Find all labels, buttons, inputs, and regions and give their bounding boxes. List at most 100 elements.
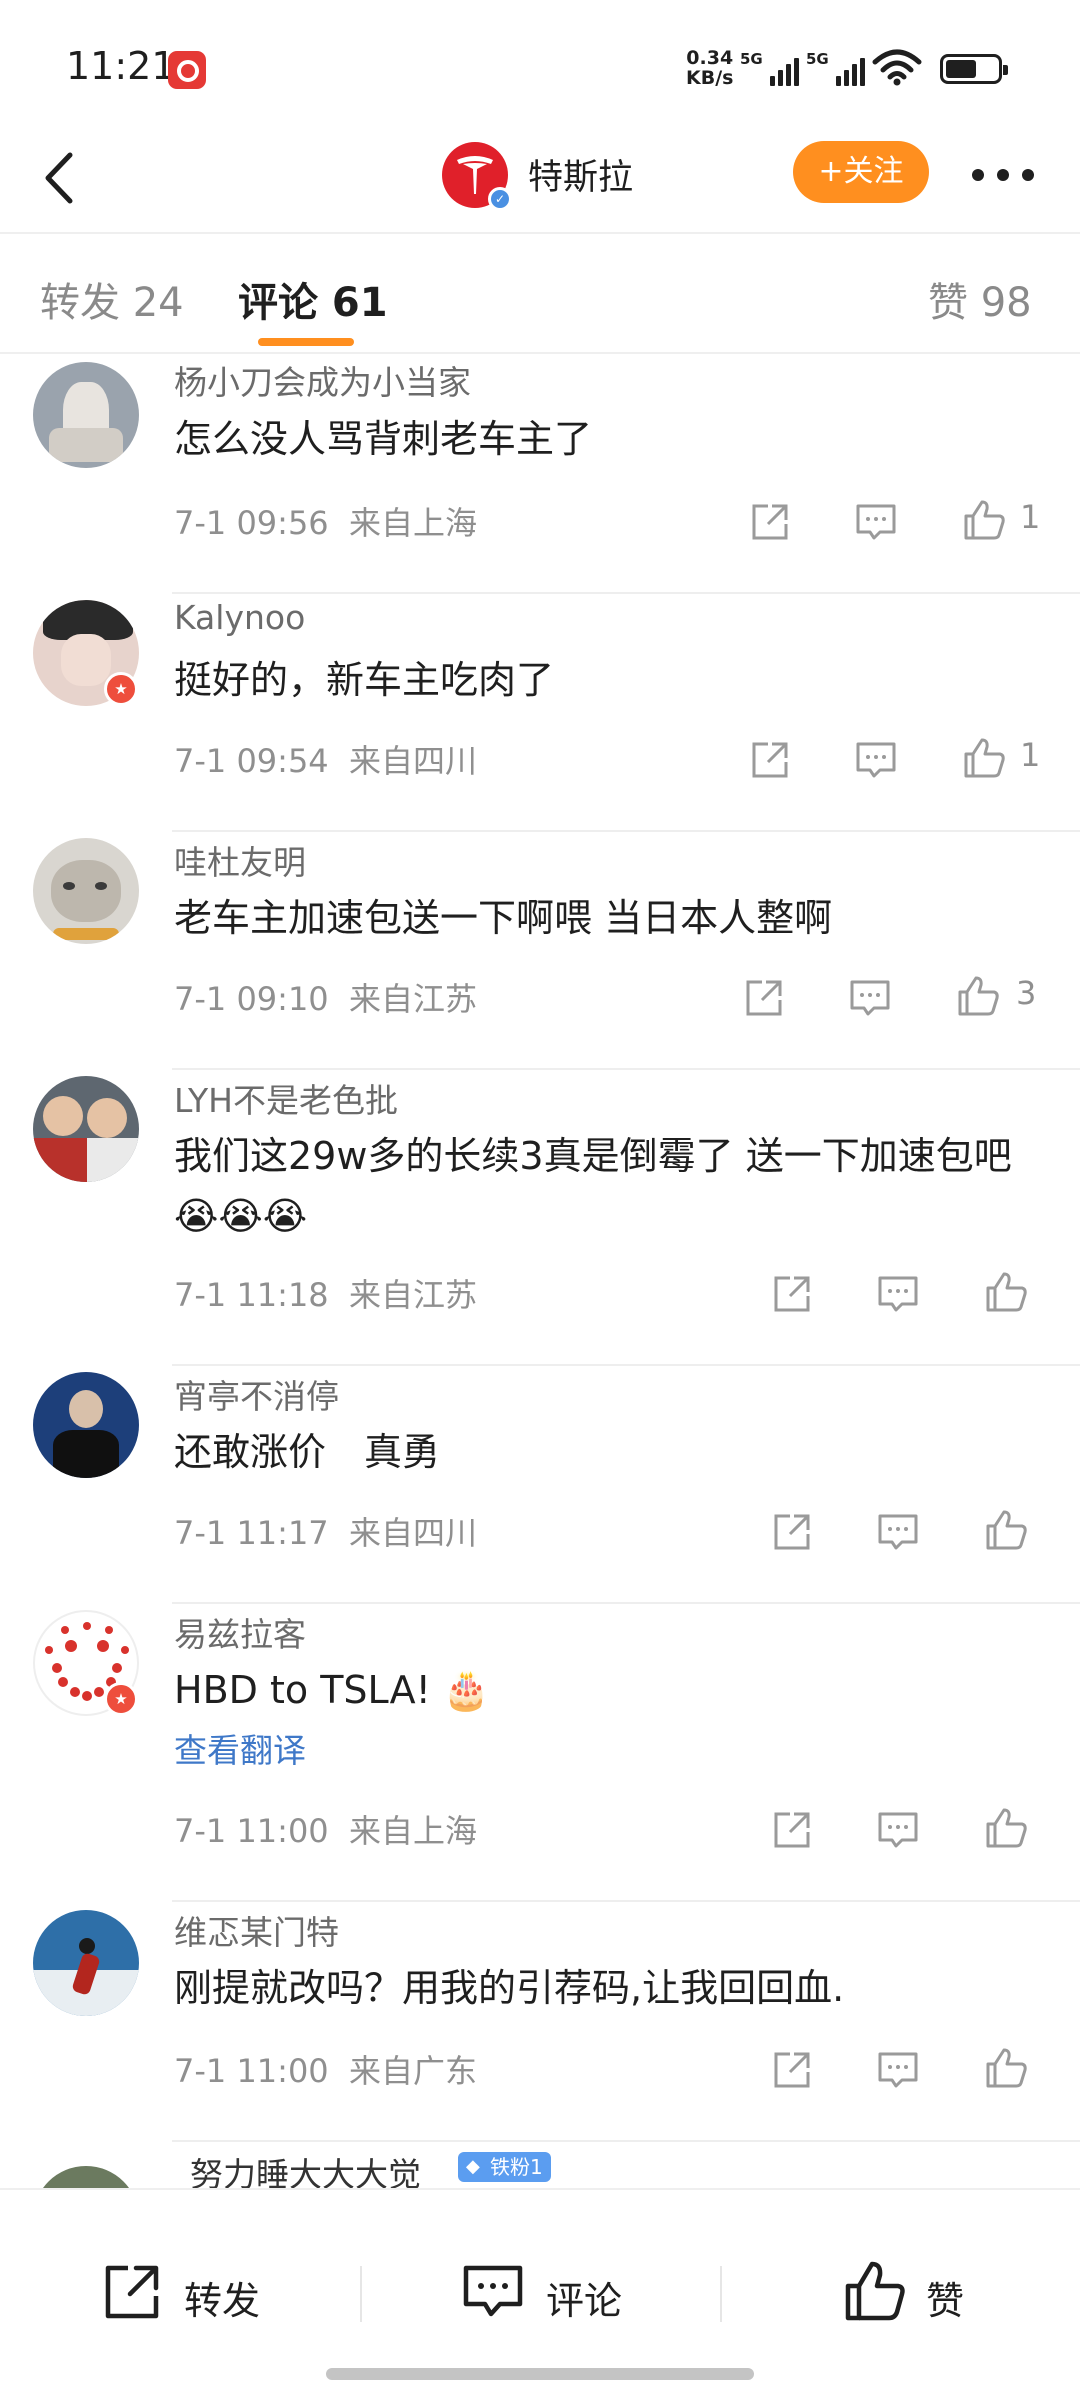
comment-icon (856, 504, 896, 540)
more-dot-icon (997, 169, 1009, 181)
share-button[interactable] (768, 1270, 816, 1318)
comment-text: 挺好的，新车主吃肉了 (174, 658, 555, 702)
tab-comments[interactable]: 评论 61 (238, 270, 388, 328)
reply-button[interactable] (874, 1508, 922, 1556)
share-button[interactable] (746, 736, 794, 784)
comment-author[interactable]: 哇杜友明 (174, 836, 306, 884)
comment-date: 7-1 11:17 (174, 1514, 329, 1552)
back-button[interactable] (30, 143, 90, 213)
comment-item: LYH不是老色批 我们这29w多的长续3真是倒霉了 送一下加速包吧😭😭😭 7-1… (0, 1070, 1080, 1366)
thumbs-up-icon (986, 1808, 1027, 1848)
share-icon (105, 2265, 159, 2319)
comment-text: 刚提就改吗？用我的引荐码,让我回回血. (174, 1966, 845, 2010)
avatar[interactable] (33, 362, 139, 468)
tab-likes[interactable]: 赞 98 (928, 270, 1032, 328)
more-options-button[interactable] (968, 155, 1038, 195)
comment-item: ★ Kalynoo 挺好的，新车主吃肉了 7-1 09:54 来自四川 1 (0, 594, 1080, 832)
share-icon (774, 1276, 810, 1312)
comment-location: 来自广东 (349, 2052, 478, 2090)
share-icon (752, 742, 788, 778)
battery-icon (940, 54, 1008, 84)
avatar[interactable] (33, 1372, 139, 1478)
repost-button[interactable]: 转发 (100, 2258, 270, 2328)
thumbs-up-icon (845, 2261, 905, 2321)
share-icon (774, 2052, 810, 2088)
comment-author[interactable]: Kalynoo (174, 598, 305, 637)
avatar[interactable] (33, 1076, 139, 1182)
avatar[interactable] (33, 2166, 139, 2188)
status-bar: 11:21 0.34 KB/s 5G 5G (0, 0, 1080, 125)
comment-date: 7-1 11:18 (174, 1276, 329, 1314)
like-count: 1 (1020, 498, 1041, 536)
comment-icon (856, 742, 896, 778)
comment-date: 7-1 09:54 (174, 742, 329, 780)
comment-location: 来自上海 (349, 504, 478, 542)
signal-2-label: 5G (806, 50, 829, 68)
status-time: 11:21 (66, 44, 176, 88)
share-button[interactable] (746, 498, 794, 546)
like-button[interactable] (954, 972, 1002, 1020)
more-dot-icon (972, 169, 984, 181)
reply-button[interactable] (874, 1806, 922, 1854)
share-button[interactable] (768, 1508, 816, 1556)
reply-button[interactable] (852, 736, 900, 784)
like-button[interactable]: 赞 (842, 2258, 992, 2328)
tab-reposts[interactable]: 转发 24 (40, 270, 184, 328)
comment-text: 怎么没人骂背刺老车主了 (174, 417, 593, 461)
comment-icon (878, 2052, 918, 2088)
comment-label: 评论 (546, 2279, 623, 2323)
like-button[interactable] (982, 2044, 1030, 2092)
like-button[interactable] (960, 496, 1008, 544)
comment-icon (878, 1276, 918, 1312)
comment-author[interactable]: 努力睡大大大觉 (190, 2148, 421, 2188)
comment-list: 杨小刀会成为小当家 怎么没人骂背刺老车主了 7-1 09:56 来自上海 1 ★… (0, 354, 1080, 2188)
comment-location: 来自上海 (349, 1812, 478, 1850)
comment-author[interactable]: 宵亭不消停 (174, 1370, 339, 1418)
thumbs-up-icon (964, 500, 1005, 540)
translate-link[interactable]: 查看翻译 (174, 1724, 306, 1772)
avatar[interactable] (33, 838, 139, 944)
share-button[interactable] (768, 2046, 816, 2094)
like-button[interactable] (982, 1268, 1030, 1316)
comment-date: 7-1 09:56 (174, 504, 329, 542)
follow-button[interactable]: +关注 (793, 141, 929, 203)
comment-text: 还敢涨价 真勇 (174, 1430, 441, 1474)
comment-icon (878, 1812, 918, 1848)
like-count: 3 (1016, 974, 1037, 1012)
reply-button[interactable] (874, 2046, 922, 2094)
comment-item: 努力睡大大大觉 铁粉1 (0, 2142, 1080, 2188)
comment-location: 来自江苏 (349, 1276, 478, 1314)
netease-music-icon (168, 51, 206, 89)
like-count: 1 (1020, 736, 1041, 774)
reply-button[interactable] (852, 498, 900, 546)
tab-bar: 转发 24 评论 61 赞 98 (0, 234, 1080, 354)
comment-text: 老车主加速包送一下啊喂 当日本人整啊 (174, 896, 833, 940)
share-icon (774, 1812, 810, 1848)
like-button[interactable] (960, 734, 1008, 782)
comment-author[interactable]: LYH不是老色批 (174, 1074, 398, 1122)
home-indicator[interactable] (326, 2368, 754, 2380)
avatar[interactable] (33, 1910, 139, 2016)
comment-item: 宵亭不消停 还敢涨价 真勇 7-1 11:17 来自四川 (0, 1366, 1080, 1604)
share-icon (774, 1514, 810, 1550)
comment-author[interactable]: 维忑某门特 (174, 1906, 339, 1954)
like-button[interactable] (982, 1804, 1030, 1852)
fan-badge: 铁粉1 (458, 2152, 551, 2182)
comment-button[interactable]: 评论 (460, 2258, 630, 2328)
comment-author[interactable]: 杨小刀会成为小当家 (174, 356, 471, 404)
share-button[interactable] (740, 974, 788, 1022)
like-button[interactable] (982, 1506, 1030, 1554)
thumbs-up-icon (986, 1272, 1027, 1312)
page-title[interactable]: 特斯拉 (528, 149, 633, 200)
reply-button[interactable] (874, 1270, 922, 1318)
bottom-action-bar: 转发 评论 赞 (0, 2188, 1080, 2400)
share-button[interactable] (768, 1806, 816, 1854)
bottom-divider (720, 2266, 722, 2322)
comment-author[interactable]: 易兹拉客 (174, 1608, 306, 1656)
comment-icon (463, 2265, 523, 2317)
reply-button[interactable] (846, 974, 894, 1022)
verified-star-badge-icon: ★ (104, 1682, 138, 1716)
comment-meta: 7-1 11:17 来自四川 (174, 1508, 477, 1554)
comment-text: HBD to TSLA! 🎂 (174, 1668, 491, 1712)
tab-active-indicator (258, 338, 354, 346)
